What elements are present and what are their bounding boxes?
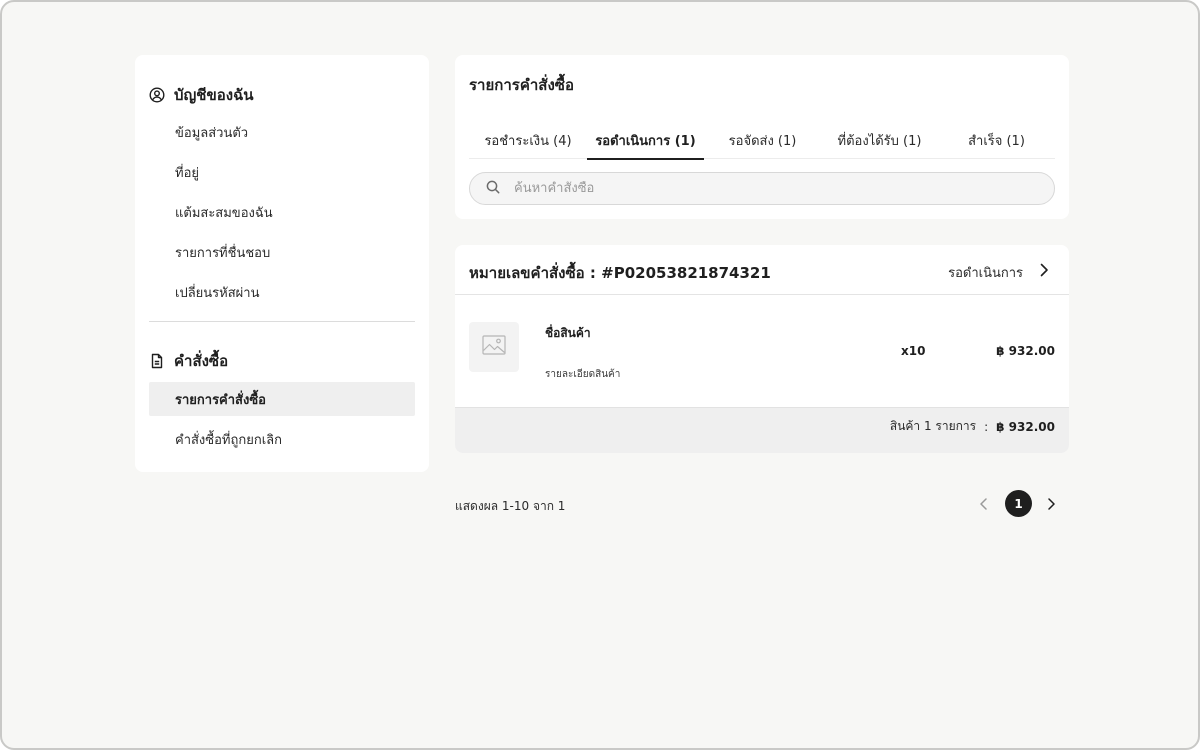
orders-heading-label: คำสั่งซื้อ <box>174 352 229 370</box>
chevron-left-icon[interactable] <box>977 496 991 516</box>
tab-processing[interactable]: รอดำเนินการ (1) <box>587 121 704 160</box>
chevron-right-icon[interactable] <box>1037 262 1051 282</box>
tab-label: รอจัดส่ง (1) <box>728 133 797 149</box>
order-status: รอดำเนินการ <box>948 266 1023 281</box>
sidebar-divider <box>149 321 415 322</box>
chevron-right-icon[interactable] <box>1044 496 1058 516</box>
orders-header-card: รายการคำสั่งซื้อ รอชำระเงิน (4) รอดำเนิน… <box>455 55 1069 219</box>
search-icon <box>486 179 500 198</box>
account-heading-label: บัญชีของฉัน <box>174 86 254 104</box>
document-icon <box>149 353 165 369</box>
tab-label: ที่ต้องได้รับ (1) <box>837 133 922 149</box>
pagination-page-button[interactable]: 1 <box>1005 490 1032 517</box>
image-placeholder-icon <box>482 335 506 359</box>
sidebar-item-label: รายการคำสั่งซื้อ <box>175 392 266 408</box>
item-count-label: สินค้า 1 รายการ <box>889 419 977 433</box>
order-search-box <box>469 172 1055 205</box>
tab-pending-payment[interactable]: รอชำระเงิน (4) <box>469 121 587 159</box>
tab-awaiting-shipment[interactable]: รอจัดส่ง (1) <box>704 121 821 159</box>
account-section-heading: บัญชีของฉัน <box>149 83 254 107</box>
order-card-header[interactable]: หมายเลขคำสั่งซื้อ : #P02053821874321 รอด… <box>455 245 1069 295</box>
tab-label: รอดำเนินการ (1) <box>595 133 696 149</box>
sidebar-item-label: ข้อมูลส่วนตัว <box>175 125 249 141</box>
sidebar-item-points[interactable]: แต้มสะสมของฉัน <box>149 195 415 229</box>
app-window: บัญชีของฉัน ข้อมูลส่วนตัว ที่อยู่ แต้มสะ… <box>0 0 1200 750</box>
order-status-tabs: รอชำระเงิน (4) รอดำเนินการ (1) รอจัดส่ง … <box>469 121 1055 160</box>
order-card: หมายเลขคำสั่งซื้อ : #P02053821874321 รอด… <box>455 245 1069 453</box>
sidebar-item-label: ที่อยู่ <box>175 165 199 181</box>
tab-label: สำเร็จ (1) <box>968 133 1025 149</box>
summary-separator: : <box>984 419 989 434</box>
orders-section-heading: คำสั่งซื้อ <box>149 349 228 373</box>
product-price: ฿ 932.00 <box>996 344 1055 358</box>
page-title: รายการคำสั่งซื้อ <box>469 76 574 94</box>
product-quantity: x10 <box>901 344 926 358</box>
order-summary-footer: สินค้า 1 รายการ : ฿ 932.00 <box>455 407 1069 453</box>
order-search-input[interactable] <box>514 181 1034 196</box>
sidebar-item-change-password[interactable]: เปลี่ยนรหัสผ่าน <box>149 275 415 309</box>
results-count: แสดงผล 1-10 จาก 1 <box>455 499 566 513</box>
account-sidebar: บัญชีของฉัน ข้อมูลส่วนตัว ที่อยู่ แต้มสะ… <box>135 55 429 472</box>
sidebar-item-order-list[interactable]: รายการคำสั่งซื้อ <box>149 382 415 416</box>
product-thumbnail <box>469 322 519 372</box>
sidebar-item-label: แต้มสะสมของฉัน <box>175 205 273 221</box>
sidebar-item-cancelled-orders[interactable]: คำสั่งซื้อที่ถูกยกเลิก <box>149 422 415 456</box>
order-number: หมายเลขคำสั่งซื้อ : #P02053821874321 <box>469 264 771 282</box>
sidebar-item-label: รายการที่ชื่นชอบ <box>175 245 271 261</box>
sidebar-item-label: เปลี่ยนรหัสผ่าน <box>175 285 260 301</box>
sidebar-item-personal-info[interactable]: ข้อมูลส่วนตัว <box>149 115 415 149</box>
user-circle-icon <box>149 87 165 103</box>
sidebar-item-address[interactable]: ที่อยู่ <box>149 155 415 189</box>
sidebar-item-label: คำสั่งซื้อที่ถูกยกเลิก <box>175 432 282 448</box>
product-name: ชื่อสินค้า <box>545 326 591 340</box>
product-description: รายละเอียดสินค้า <box>545 369 621 380</box>
tab-label: รอชำระเงิน (4) <box>484 133 572 149</box>
tab-completed[interactable]: สำเร็จ (1) <box>938 121 1055 159</box>
sidebar-item-favorites[interactable]: รายการที่ชื่นชอบ <box>149 235 415 269</box>
order-total: ฿ 932.00 <box>996 419 1055 434</box>
tab-to-receive[interactable]: ที่ต้องได้รับ (1) <box>821 121 938 159</box>
